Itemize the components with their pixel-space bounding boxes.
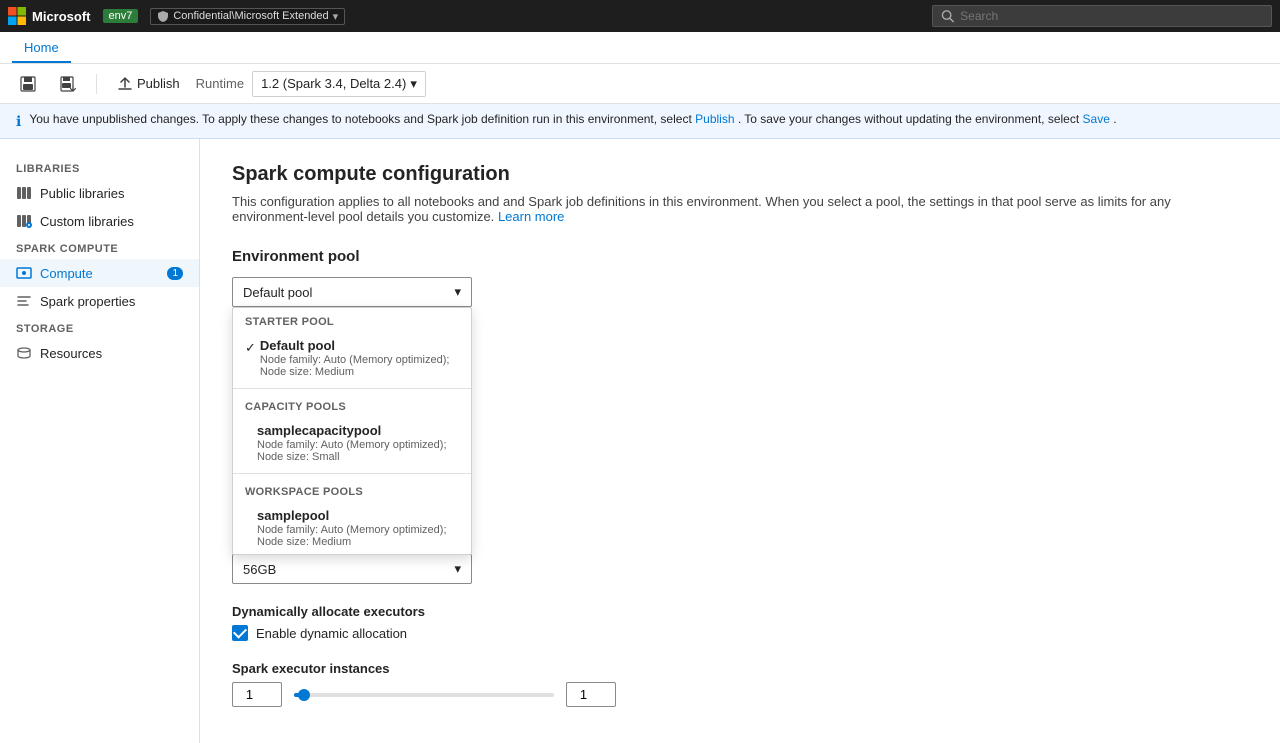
- publish-icon: [117, 76, 133, 92]
- toolbar-separator: [96, 74, 97, 94]
- main-layout: Libraries Public libraries: [0, 139, 1280, 743]
- slider-row: [232, 682, 1248, 707]
- compute-badge: 1: [167, 267, 183, 280]
- nav-bar: Home: [0, 32, 1280, 64]
- microsoft-logo-icon: [8, 7, 26, 25]
- pool-item-workspace[interactable]: samplepool Node family: Auto (Memory opt…: [233, 502, 471, 554]
- learn-more-link[interactable]: Learn more: [498, 209, 564, 224]
- publish-link[interactable]: Publish: [695, 112, 734, 126]
- pool-dropdown-trigger[interactable]: Default pool ▾: [232, 277, 472, 307]
- pool-item-check: ✓ Default pool Node family: Auto (Memory…: [245, 338, 459, 378]
- workspace-pools-group-label: Workspace pools: [233, 478, 471, 502]
- enable-dynamic-row: Enable dynamic allocation: [232, 625, 1248, 641]
- confidential-label: Confidential\Microsoft Extended: [173, 10, 328, 22]
- save-icon: [20, 76, 36, 92]
- sidebar-item-custom-libraries[interactable]: Custom libraries: [0, 207, 199, 235]
- check-icon: ✓: [245, 340, 256, 356]
- dynamic-alloc-label: Dynamically allocate executors: [232, 604, 1248, 619]
- tab-home[interactable]: Home: [12, 34, 71, 63]
- search-input[interactable]: [960, 9, 1263, 23]
- pool-dropdown-menu: Starter pool ✓ Default pool Node family:…: [232, 307, 472, 555]
- sidebar-compute-label: Compute: [40, 266, 93, 281]
- sidebar-resources-label: Resources: [40, 346, 102, 361]
- slider-thumb[interactable]: [298, 689, 310, 701]
- executor-memory-value: 56GB: [243, 562, 276, 577]
- confidential-tag: Confidential\Microsoft Extended ▾: [150, 8, 345, 25]
- banner-text: You have unpublished changes. To apply t…: [29, 112, 1116, 126]
- sidebar-item-resources[interactable]: Resources: [0, 339, 199, 367]
- resources-icon: [16, 345, 32, 361]
- search-bar[interactable]: [932, 5, 1272, 27]
- page-description: This configuration applies to all notebo…: [232, 194, 1248, 224]
- pool-item-workspace-detail: Node family: Auto (Memory optimized); No…: [257, 524, 459, 548]
- chevron-down-icon: ▾: [454, 284, 461, 300]
- env-tag: env7: [103, 9, 139, 23]
- content-area: Spark compute configuration This configu…: [200, 139, 1280, 743]
- pool-item-default-name: Default pool: [260, 338, 459, 353]
- top-bar: Microsoft env7 Confidential\Microsoft Ex…: [0, 0, 1280, 32]
- sidebar-spark-label: Spark compute: [0, 235, 199, 259]
- sidebar: Libraries Public libraries: [0, 139, 200, 743]
- pool-group-separator-2: [233, 473, 471, 474]
- pool-item-capacity-detail: Node family: Auto (Memory optimized); No…: [257, 439, 459, 463]
- properties-icon: [16, 293, 32, 309]
- environment-pool-title: Environment pool: [232, 248, 1248, 265]
- publish-label: Publish: [137, 76, 180, 91]
- runtime-label: Runtime: [196, 76, 244, 91]
- pool-item-default[interactable]: ✓ Default pool Node family: Auto (Memory…: [233, 332, 471, 384]
- save-button[interactable]: [12, 72, 44, 96]
- search-icon: [941, 9, 954, 23]
- runtime-dropdown[interactable]: 1.2 (Spark 3.4, Delta 2.4) ▾: [252, 71, 426, 97]
- executor-instances-section: Spark executor instances: [232, 661, 1248, 707]
- runtime-version: 1.2 (Spark 3.4, Delta 2.4): [261, 76, 406, 91]
- sidebar-spark-properties-label: Spark properties: [40, 294, 135, 309]
- enable-dynamic-checkbox[interactable]: [232, 625, 248, 641]
- chevron-down-icon: ▾: [454, 561, 461, 577]
- info-icon: ℹ: [16, 113, 21, 130]
- capacity-pools-group-label: Capacity pools: [233, 393, 471, 417]
- dynamic-alloc-section: Dynamically allocate executors Enable dy…: [232, 604, 1248, 641]
- publish-button[interactable]: Publish: [109, 72, 188, 96]
- starter-pool-group-label: Starter pool: [233, 308, 471, 332]
- slider-track[interactable]: [294, 693, 554, 697]
- compute-icon: [16, 265, 32, 281]
- sidebar-item-public-libraries[interactable]: Public libraries: [0, 179, 199, 207]
- chevron-down-icon: ▾: [333, 10, 339, 23]
- executor-instances-max-input[interactable]: [566, 682, 616, 707]
- pool-item-workspace-name: samplepool: [257, 508, 459, 523]
- page-title: Spark compute configuration: [232, 163, 1248, 186]
- executor-instances-label: Spark executor instances: [232, 661, 1248, 676]
- pool-dropdown-wrapper: Default pool ▾ Starter pool ✓ Default po…: [232, 277, 472, 307]
- enable-dynamic-label: Enable dynamic allocation: [256, 626, 407, 641]
- chevron-down-icon: ▾: [410, 76, 417, 92]
- executor-instances-min-input[interactable]: [232, 682, 282, 707]
- pool-item-capacity[interactable]: samplecapacitypool Node family: Auto (Me…: [233, 417, 471, 469]
- ms-logo-area: Microsoft: [8, 7, 91, 25]
- executor-memory-dropdown[interactable]: 56GB ▾: [232, 554, 472, 584]
- sidebar-libraries-label: Libraries: [0, 155, 199, 179]
- pool-item-default-detail: Node family: Auto (Memory optimized); No…: [260, 354, 459, 378]
- info-banner: ℹ You have unpublished changes. To apply…: [0, 104, 1280, 139]
- library-icon: [16, 185, 32, 201]
- pool-group-separator: [233, 388, 471, 389]
- sidebar-public-libraries-label: Public libraries: [40, 186, 125, 201]
- toolbar: Publish Runtime 1.2 (Spark 3.4, Delta 2.…: [0, 64, 1280, 104]
- pool-item-capacity-name: samplecapacitypool: [257, 423, 459, 438]
- pool-dropdown-value: Default pool: [243, 285, 312, 300]
- sidebar-item-compute[interactable]: Compute 1: [0, 259, 199, 287]
- sidebar-custom-libraries-label: Custom libraries: [40, 214, 134, 229]
- custom-library-icon: [16, 213, 32, 229]
- sidebar-item-spark-properties[interactable]: Spark properties: [0, 287, 199, 315]
- save-as-icon: [60, 76, 76, 92]
- microsoft-label: Microsoft: [32, 9, 91, 24]
- shield-icon: [157, 10, 169, 22]
- save-as-button[interactable]: [52, 72, 84, 96]
- save-link[interactable]: Save: [1083, 112, 1110, 126]
- sidebar-storage-label: Storage: [0, 315, 199, 339]
